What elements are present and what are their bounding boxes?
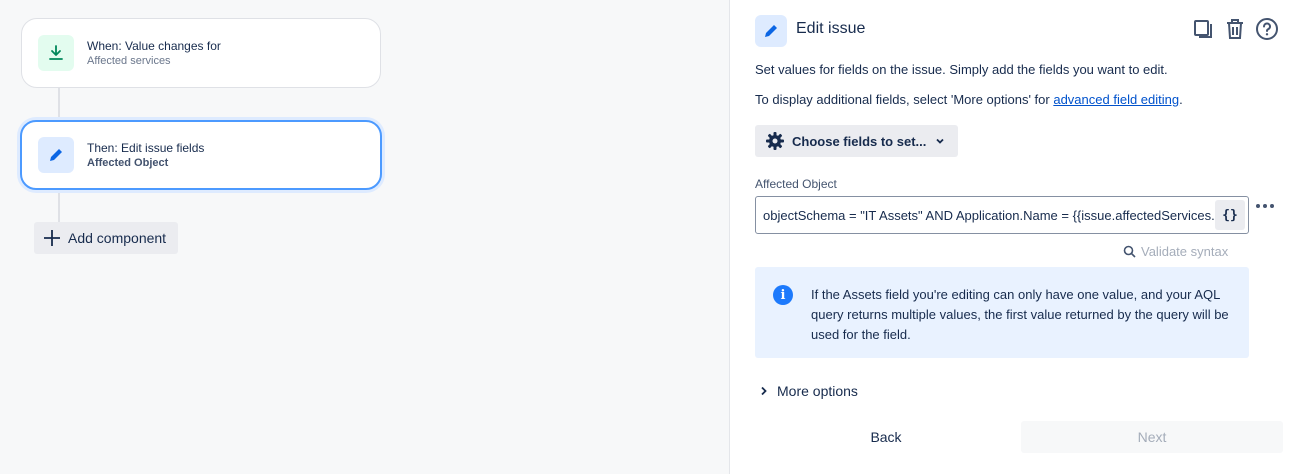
action-subtitle: Affected Object [87, 156, 169, 169]
panel-title: Edit issue [796, 20, 866, 37]
trigger-title: When: Value changes for [87, 38, 221, 53]
info-icon: i [773, 285, 793, 305]
affected-object-label: Affected Object [755, 177, 837, 191]
info-text: If the Assets field you're editing can o… [811, 287, 1229, 342]
help-icon[interactable] [1254, 16, 1280, 42]
gear-icon [765, 131, 785, 151]
additional-fields-suffix: . [1179, 92, 1183, 107]
choose-fields-label: Choose fields to set... [792, 133, 927, 149]
advanced-field-editing-link[interactable]: advanced field editing [1053, 92, 1179, 107]
validate-syntax-button[interactable]: Validate syntax [1123, 244, 1228, 259]
affected-object-input[interactable]: objectSchema = "IT Assets" AND Applicati… [755, 196, 1249, 234]
copy-icon[interactable] [1190, 16, 1216, 42]
panel-description: Set values for fields on the issue. Simp… [755, 62, 1168, 77]
trigger-subtitle: Affected services [87, 54, 171, 67]
flow-connector [58, 88, 60, 121]
next-button[interactable]: Next [1021, 421, 1283, 453]
trigger-card[interactable]: When: Value changes for Affected service… [21, 18, 381, 88]
choose-fields-button[interactable]: Choose fields to set... [755, 125, 959, 157]
info-message: i If the Assets field you're editing can… [755, 267, 1249, 358]
header-actions [1190, 16, 1280, 42]
validate-syntax-label: Validate syntax [1141, 244, 1229, 259]
pencil-icon [755, 15, 787, 47]
trash-icon[interactable] [1222, 16, 1248, 42]
edit-issue-panel: Edit issue Set values for fields on the … [729, 0, 1303, 474]
plus-icon [42, 228, 62, 248]
more-options-toggle[interactable]: More options [760, 383, 858, 399]
chevron-down-icon [934, 135, 946, 147]
more-actions-icon[interactable] [1256, 204, 1274, 208]
chevron-right-icon [760, 386, 768, 396]
action-card[interactable]: Then: Edit issue fields Affected Object [20, 120, 382, 190]
back-button[interactable]: Back [835, 421, 937, 453]
more-options-label: More options [777, 383, 858, 399]
download-arrow-icon [38, 35, 74, 71]
pencil-icon [38, 137, 74, 173]
search-icon [1123, 245, 1136, 258]
additional-fields-prefix: To display additional fields, select 'Mo… [755, 92, 1054, 107]
additional-fields-text: To display additional fields, select 'Mo… [755, 92, 1183, 107]
rule-canvas: When: Value changes for Affected service… [0, 0, 729, 474]
flow-connector [58, 190, 60, 223]
add-component-button[interactable]: Add component [34, 222, 179, 254]
affected-object-value[interactable]: objectSchema = "IT Assets" AND Applicati… [763, 208, 1215, 223]
add-component-label: Add component [68, 230, 167, 246]
smart-values-button[interactable]: {} [1215, 200, 1245, 230]
action-title: Then: Edit issue fields [87, 140, 205, 155]
